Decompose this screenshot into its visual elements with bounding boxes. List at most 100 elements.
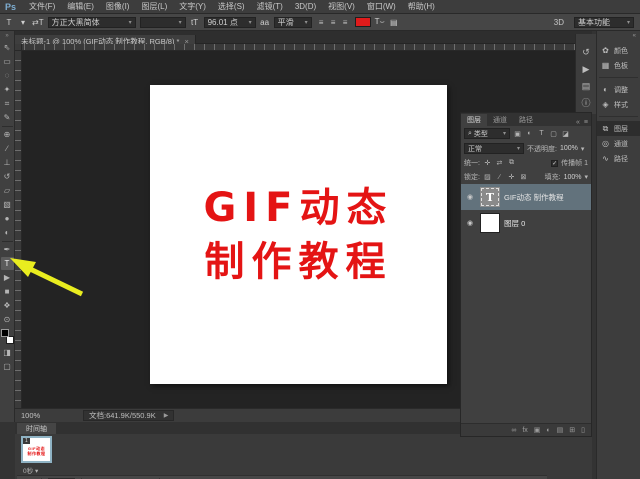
document-canvas[interactable]: GIF动态 制作教程 (150, 85, 447, 384)
blur-tool[interactable]: ● (1, 212, 14, 225)
layer-row-background[interactable]: ◉ 图层 0 (461, 210, 591, 236)
align-right-icon[interactable]: ≡ (340, 17, 351, 28)
move-tool[interactable]: ⇖ (1, 41, 14, 54)
eyedropper-tool[interactable]: ✎ (1, 111, 14, 124)
frame-delay-select[interactable]: 0秒 ▾ (23, 465, 38, 475)
menu-window[interactable]: 窗口(W) (361, 1, 402, 12)
unify-position-icon[interactable]: ✛ (483, 159, 492, 167)
foreground-color-chip[interactable] (0, 329, 9, 337)
dock-item-swatches[interactable]: ▦ 色板 (597, 58, 640, 73)
layer-name[interactable]: GIF动态 制作教程 (504, 192, 564, 203)
background-color-chip[interactable] (5, 336, 14, 344)
history-panel-icon[interactable]: ↺ (579, 46, 594, 59)
tool-preset-caret-icon[interactable]: ▾ (18, 18, 28, 27)
chevron-down-icon[interactable]: ▾ (581, 145, 585, 153)
panel-menu-icon[interactable]: ≡ (584, 119, 588, 126)
tab-paths[interactable]: 路径 (513, 114, 539, 126)
menu-edit[interactable]: 编辑(E) (61, 1, 100, 12)
menu-help[interactable]: 帮助(H) (402, 1, 441, 12)
collapse-toolbar-icon[interactable]: » (5, 32, 8, 41)
history-brush-tool[interactable]: ↺ (1, 170, 14, 183)
filter-smart-objects-icon[interactable]: ◪ (561, 130, 570, 138)
clone-stamp-tool[interactable]: ⊥ (1, 156, 14, 169)
align-left-icon[interactable]: ≡ (316, 17, 327, 28)
menu-image[interactable]: 图像(I) (100, 1, 136, 12)
foreground-background-colors[interactable] (0, 329, 14, 344)
brush-tool[interactable]: ∕ (1, 142, 14, 155)
dock-item-paths[interactable]: ∿ 路径 (597, 151, 640, 166)
link-layers-icon[interactable]: ∞ (511, 427, 516, 434)
info-panel-icon[interactable]: ⓘ (579, 97, 594, 110)
toggle-panels-icon[interactable]: ▤ (389, 18, 399, 27)
text-layer-thumbnail[interactable]: T (480, 187, 500, 207)
status-expand-icon[interactable]: ▶ (164, 412, 169, 419)
crop-tool[interactable]: ⌗ (1, 97, 14, 110)
dock-item-styles[interactable]: ◈ 样式 (597, 97, 640, 112)
filter-type-layers-icon[interactable]: T (537, 130, 546, 137)
visibility-eye-icon[interactable]: ◉ (464, 193, 476, 201)
anti-alias-select[interactable]: 平滑 ▾ (273, 16, 312, 28)
tab-channels[interactable]: 通道 (487, 114, 513, 126)
font-size-select[interactable]: 96.01 点 ▾ (203, 16, 256, 28)
text-orientation-icon[interactable]: ⇄T (32, 18, 44, 27)
opacity-value[interactable]: 100% (560, 145, 578, 152)
actions-panel-icon[interactable]: ▶ (579, 63, 594, 76)
collapse-panel-icon[interactable]: « (576, 119, 580, 126)
image-layer-thumbnail[interactable] (480, 213, 500, 233)
tab-timeline[interactable]: 时间轴 (17, 423, 56, 434)
eraser-tool[interactable]: ▱ (1, 184, 14, 197)
menu-layer[interactable]: 图层(L) (135, 1, 173, 12)
dock-item-channels[interactable]: ◎ 通道 (597, 136, 640, 151)
adjustment-layer-icon[interactable]: ◐ (546, 427, 550, 434)
tab-layers[interactable]: 图层 (461, 114, 487, 126)
chevron-down-icon[interactable]: ▾ (584, 173, 588, 181)
propagate-frame-checkbox[interactable]: ✓ (551, 159, 559, 167)
fill-value[interactable]: 100% (564, 174, 582, 181)
zoom-level-field[interactable]: 100% (21, 411, 55, 420)
lasso-tool[interactable]: ◌ (1, 69, 14, 82)
new-group-icon[interactable]: ▤ (557, 426, 564, 434)
dock-item-layers[interactable]: ⧉ 图层 (597, 121, 640, 136)
font-style-select[interactable]: ▾ (139, 16, 186, 28)
menu-select[interactable]: 选择(S) (212, 1, 251, 12)
dock-item-adjustments[interactable]: ◐ 调整 (597, 82, 640, 97)
menu-3d[interactable]: 3D(D) (289, 2, 322, 11)
unify-visibility-icon[interactable]: ⇄ (495, 159, 504, 167)
filter-shape-layers-icon[interactable]: ▢ (549, 130, 558, 138)
zoom-tool[interactable]: ⊙ (1, 313, 14, 326)
font-family-select[interactable]: 方正大黑简体 ▾ (47, 16, 136, 28)
text-color-swatch[interactable] (354, 17, 371, 27)
unify-style-icon[interactable]: ⧉ (507, 159, 516, 167)
dock-item-color[interactable]: ✿ 颜色 (597, 43, 640, 58)
workspace-select[interactable]: 基本功能 ▾ (574, 16, 634, 28)
menu-filter[interactable]: 滤镜(T) (251, 1, 289, 12)
lock-position-icon[interactable]: ✛ (507, 173, 516, 181)
filter-pixel-layers-icon[interactable]: ▣ (513, 130, 522, 138)
visibility-eye-icon[interactable]: ◉ (464, 219, 476, 227)
lock-transparency-icon[interactable]: ▨ (483, 173, 492, 181)
filter-kind-select[interactable]: ⌕ 类型 ▾ (464, 128, 510, 139)
lock-pixels-icon[interactable]: ∕ (495, 174, 504, 181)
layer-row-text[interactable]: ◉ T GIF动态 制作教程 (461, 184, 591, 210)
marquee-tool[interactable]: ▭ (1, 55, 14, 68)
quick-selection-tool[interactable]: ✦ (1, 83, 14, 96)
new-layer-icon[interactable]: ⊞ (569, 426, 575, 434)
layer-style-icon[interactable]: fx (522, 427, 527, 434)
filter-adjustment-layers-icon[interactable]: ◐ (525, 130, 534, 137)
animation-frame-1[interactable]: 1 GIF动态 制作教程 (21, 436, 52, 463)
layer-mask-icon[interactable]: ▣ (534, 426, 541, 434)
collapse-dock-icon[interactable]: « (597, 31, 640, 43)
quick-mask-button[interactable]: ◨ (1, 346, 14, 359)
menu-file[interactable]: 文件(F) (23, 1, 61, 12)
lock-all-icon[interactable]: ⊠ (519, 173, 528, 181)
menu-view[interactable]: 视图(V) (322, 1, 361, 12)
warp-text-icon[interactable]: T⌣ (375, 17, 385, 27)
hand-tool[interactable]: ❖ (1, 299, 14, 312)
gradient-tool[interactable]: ▧ (1, 198, 14, 211)
layer-name[interactable]: 图层 0 (504, 218, 525, 229)
menu-type[interactable]: 文字(Y) (173, 1, 212, 12)
blend-mode-select[interactable]: 正常 ▾ (464, 143, 524, 154)
align-center-icon[interactable]: ≡ (328, 17, 339, 28)
delete-layer-icon[interactable]: ▯ (581, 426, 585, 434)
properties-panel-icon[interactable]: ▤ (579, 80, 594, 93)
